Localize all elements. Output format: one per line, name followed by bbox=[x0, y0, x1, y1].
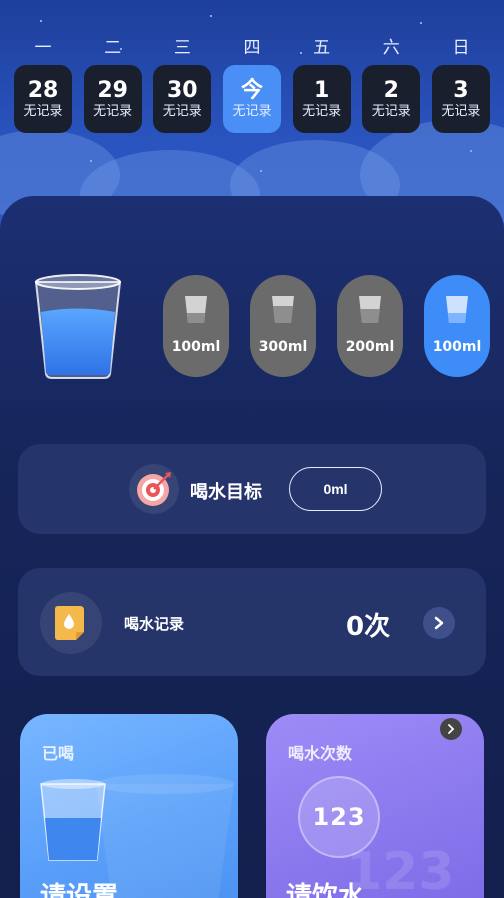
count-tile-title: 喝水次数 bbox=[288, 744, 353, 763]
goal-title: 喝水目标 bbox=[190, 482, 262, 503]
day-number: 1 bbox=[313, 78, 330, 103]
weekday-label: 三 bbox=[173, 38, 191, 58]
day-cell-30[interactable]: 30 无记录 bbox=[153, 65, 212, 133]
cup-icon bbox=[359, 296, 381, 323]
day-status: 无记录 bbox=[93, 104, 133, 119]
cup-option-100ml[interactable]: 100ml bbox=[163, 275, 229, 377]
cup-size-label: 100ml bbox=[432, 339, 482, 355]
weekday-label: 六 bbox=[382, 38, 400, 58]
day-number: 29 bbox=[97, 78, 128, 103]
chevron-right-icon[interactable] bbox=[423, 607, 455, 639]
day-number: 今 bbox=[240, 78, 263, 103]
target-icon-wrap bbox=[129, 464, 179, 514]
target-icon bbox=[137, 472, 171, 506]
count-tile[interactable]: 喝水次数 123 123 请饮水 bbox=[266, 714, 484, 898]
drunk-tile-action: 请设置 bbox=[40, 882, 119, 898]
day-number: 30 bbox=[167, 78, 198, 103]
day-cell-29[interactable]: 29 无记录 bbox=[83, 65, 142, 133]
day-status: 无记录 bbox=[23, 104, 63, 119]
cup-size-options: 100ml 300ml 200ml 100ml bbox=[163, 275, 490, 377]
day-cell-today[interactable]: 今 无记录 bbox=[222, 65, 281, 133]
weekday-label: 日 bbox=[452, 38, 470, 58]
cup-icon bbox=[272, 296, 294, 323]
weekday-label: 二 bbox=[104, 38, 122, 58]
day-cell-1[interactable]: 1 无记录 bbox=[292, 65, 351, 133]
weekday-labels: 一 二 三 四 五 六 日 bbox=[14, 33, 490, 58]
week-day-selector: 28 无记录 29 无记录 30 无记录 今 无记录 1 无记录 2 无记录 3… bbox=[14, 65, 490, 133]
day-cell-3[interactable]: 3 无记录 bbox=[431, 65, 490, 133]
day-status: 无记录 bbox=[232, 104, 272, 119]
drunk-tile-title: 已喝 bbox=[42, 744, 75, 763]
drunk-tile[interactable]: 已喝 请设置 bbox=[20, 714, 238, 898]
record-icon-wrap bbox=[40, 592, 102, 654]
cup-size-label: 200ml bbox=[345, 339, 395, 355]
weekday-label: 一 bbox=[34, 38, 52, 58]
record-count: 0次 bbox=[346, 612, 391, 642]
day-cell-28[interactable]: 28 无记录 bbox=[14, 65, 72, 133]
day-status: 无记录 bbox=[441, 104, 481, 119]
goal-value-button[interactable]: 0ml bbox=[289, 467, 382, 511]
cup-option-200ml[interactable]: 200ml bbox=[337, 275, 403, 377]
goal-card: 喝水目标 0ml bbox=[18, 444, 486, 534]
count-number-badge: 123 bbox=[298, 776, 380, 858]
water-glass-icon bbox=[34, 274, 122, 379]
cup-size-label: 100ml bbox=[171, 339, 221, 355]
day-number: 2 bbox=[383, 78, 399, 103]
weekday-label: 五 bbox=[313, 38, 331, 58]
record-title: 喝水记录 bbox=[124, 615, 185, 633]
chevron-right-icon[interactable] bbox=[440, 718, 462, 740]
cup-option-100ml-selected[interactable]: 100ml bbox=[424, 275, 490, 377]
count-tile-action: 请饮水 bbox=[286, 882, 365, 898]
note-drop-icon bbox=[55, 606, 84, 640]
weekday-label: 四 bbox=[243, 38, 261, 58]
day-status: 无记录 bbox=[302, 104, 342, 119]
day-number: 3 bbox=[453, 78, 469, 103]
day-number: 28 bbox=[27, 78, 59, 103]
cup-size-label: 300ml bbox=[258, 339, 308, 355]
cup-icon bbox=[446, 296, 468, 323]
day-status: 无记录 bbox=[162, 104, 202, 119]
day-cell-2[interactable]: 2 无记录 bbox=[362, 65, 421, 133]
cup-option-300ml[interactable]: 300ml bbox=[250, 275, 316, 377]
cup-icon bbox=[185, 296, 207, 323]
record-card[interactable]: 喝水记录 0次 bbox=[18, 568, 486, 676]
day-status: 无记录 bbox=[371, 104, 411, 119]
